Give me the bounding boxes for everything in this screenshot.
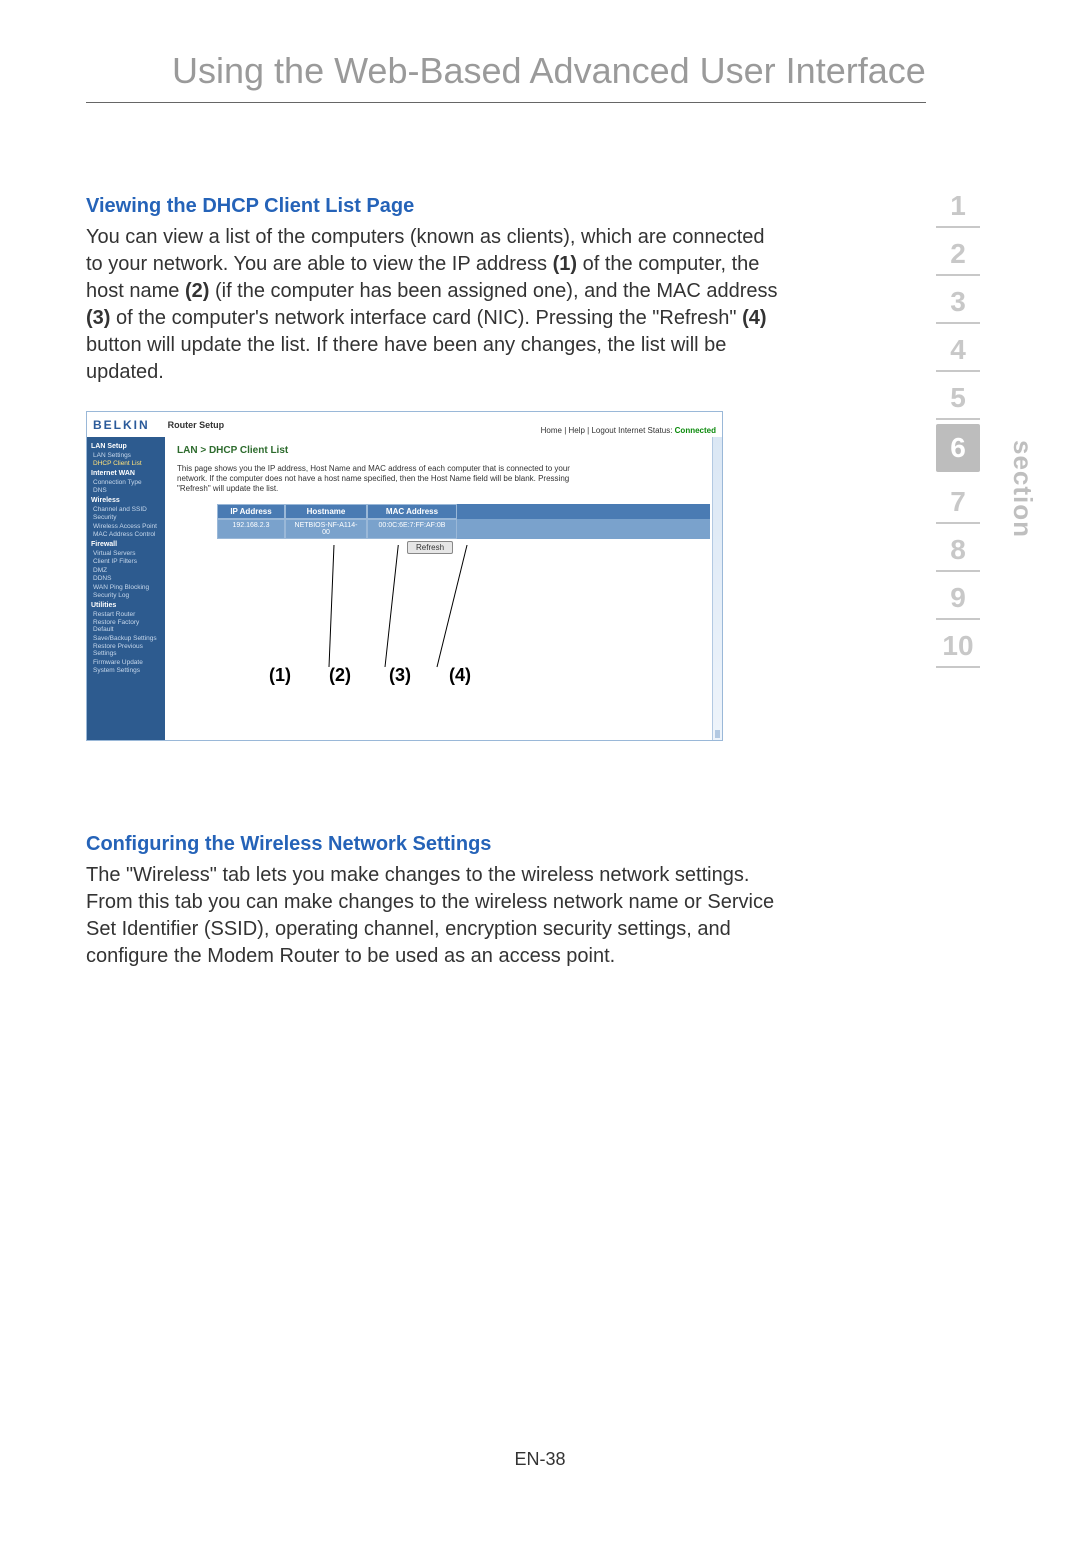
callout-lines [281, 545, 581, 675]
sidebar-item[interactable]: Client IP Filters [93, 558, 161, 565]
belkin-logo: BELKIN [93, 418, 150, 432]
sidebar-item[interactable]: DHCP Client List [93, 460, 161, 467]
sidebar-item[interactable]: DDNS [93, 575, 161, 582]
section-nav-item-9[interactable]: 9 [936, 572, 980, 620]
subheading-dhcp: Viewing the DHCP Client List Page [86, 193, 780, 220]
sidebar-item[interactable]: Security Log [93, 592, 161, 599]
section-label: section [1007, 440, 1038, 538]
callout-2: (2) [329, 665, 351, 686]
section-nav-item-6[interactable]: 6 [936, 424, 980, 472]
section-nav-item-10[interactable]: 10 [936, 620, 980, 668]
sidebar-group-head: Wireless [91, 497, 161, 504]
section-nav-item-5[interactable]: 5 [936, 372, 980, 420]
table-row: 192.168.2.3 NETBIOS-NF-A114-00 00:0C:6E:… [217, 519, 710, 539]
sidebar-item[interactable]: Security [93, 514, 161, 521]
txt: (if the computer has been assigned one),… [209, 280, 777, 302]
section-nav-item-2[interactable]: 2 [936, 228, 980, 276]
sidebar-item[interactable]: Connection Type [93, 479, 161, 486]
sidebar-item[interactable]: Restart Router [93, 611, 161, 618]
sidebar-group-head: Internet WAN [91, 470, 161, 477]
section-nav-item-4[interactable]: 4 [936, 324, 980, 372]
sidebar-group-head: Firewall [91, 541, 161, 548]
sidebar-item[interactable]: Channel and SSID [93, 506, 161, 513]
sidebar-item[interactable]: DNS [93, 487, 161, 494]
ref1: (1) [553, 253, 577, 275]
callout-4: (4) [449, 665, 471, 686]
sidebar-item[interactable]: Virtual Servers [93, 550, 161, 557]
breadcrumb: LAN > DHCP Client List [177, 445, 710, 456]
callout-labels: (1) (2) (3) (4) [269, 665, 471, 686]
section-nav-item-1[interactable]: 1 [936, 180, 980, 228]
sidebar-item[interactable]: WAN Ping Blocking [93, 584, 161, 591]
refresh-button[interactable]: Refresh [407, 541, 453, 554]
main-panel: LAN > DHCP Client List This page shows y… [165, 437, 722, 740]
section-nav-item-3[interactable]: 3 [936, 276, 980, 324]
subheading-wireless: Configuring the Wireless Network Setting… [86, 831, 780, 858]
sidebar-item[interactable]: Save/Backup Settings [93, 635, 161, 642]
table-header-row: IP Address Hostname MAC Address [217, 504, 710, 519]
sidebar-item[interactable]: Firmware Update [93, 659, 161, 666]
sidebar-item[interactable]: MAC Address Control [93, 531, 161, 538]
th-ip: IP Address [217, 504, 285, 519]
top-links-text[interactable]: Home | Help | Logout Internet Status: [541, 426, 673, 435]
page-number: EN-38 [0, 1449, 1080, 1470]
sidebar-group-head: LAN Setup [91, 443, 161, 450]
sidebar-item[interactable]: Wireless Access Point [93, 523, 161, 530]
sidebar-item[interactable]: Restore Previous Settings [93, 643, 161, 657]
td-ip: 192.168.2.3 [217, 519, 285, 539]
sidebar-item[interactable]: System Settings [93, 667, 161, 674]
router-screenshot: BELKIN Router Setup Home | Help | Logout… [86, 411, 723, 741]
section-nav-item-8[interactable]: 8 [936, 524, 980, 572]
td-host: NETBIOS-NF-A114-00 [285, 519, 367, 539]
client-table: IP Address Hostname MAC Address 192.168.… [217, 504, 710, 539]
section-nav-item-7[interactable]: 7 [936, 476, 980, 524]
sidebar-group-head: Utilities [91, 602, 161, 609]
ref3: (3) [86, 307, 110, 329]
callout-1: (1) [269, 665, 291, 686]
sidebar-item[interactable]: Restore Factory Default [93, 619, 161, 633]
ref4: (4) [742, 307, 766, 329]
txt: button will update the list. If there ha… [86, 334, 726, 383]
para-dhcp: You can view a list of the computers (kn… [86, 224, 780, 386]
section-nav: 12345678910 [936, 180, 980, 668]
callout-3: (3) [389, 665, 411, 686]
page-description: This page shows you the IP address, Host… [177, 464, 597, 494]
txt: of the computer's network interface card… [110, 307, 742, 329]
sidebar-item[interactable]: LAN Settings [93, 452, 161, 459]
top-links[interactable]: Home | Help | Logout Internet Status: Co… [541, 426, 716, 435]
th-mac: MAC Address [367, 504, 457, 519]
page-title: Using the Web-Based Advanced User Interf… [86, 0, 926, 103]
ss-header: BELKIN Router Setup Home | Help | Logout… [87, 412, 722, 437]
status-connected: Connected [675, 426, 716, 435]
para-wireless: The "Wireless" tab lets you make changes… [86, 862, 780, 970]
td-mac: 00:0C:6E:7:FF:AF:0B [367, 519, 457, 539]
router-setup-label: Router Setup [168, 420, 225, 430]
sidebar: LAN Setup LAN SettingsDHCP Client List Int… [87, 437, 165, 740]
sidebar-item[interactable]: DMZ [93, 567, 161, 574]
th-host: Hostname [285, 504, 367, 519]
ref2: (2) [185, 280, 209, 302]
